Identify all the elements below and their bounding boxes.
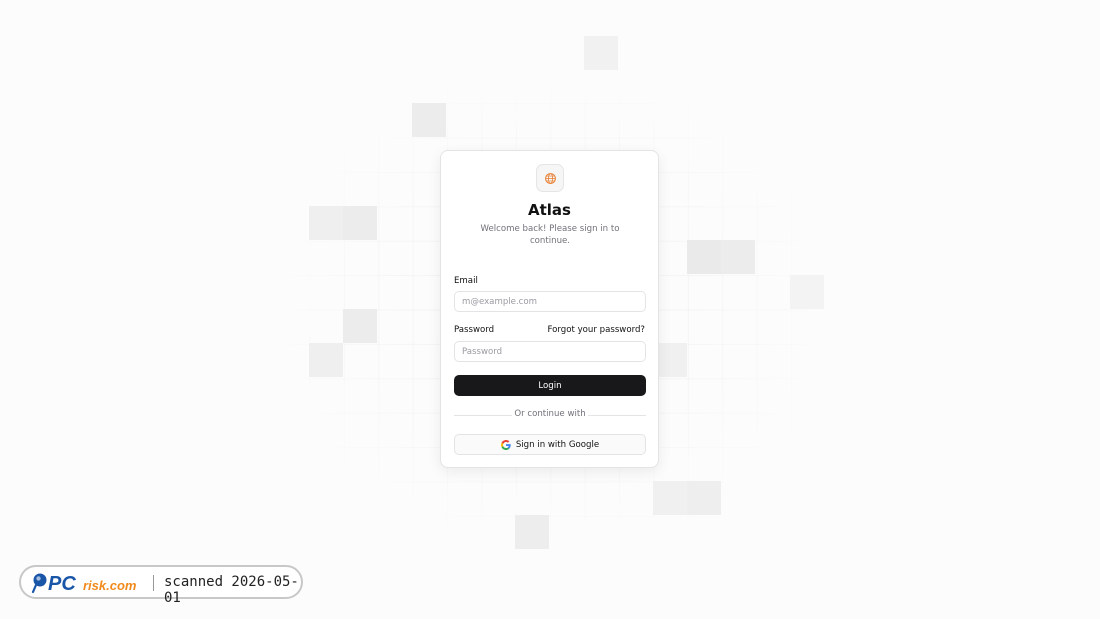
globe-icon — [544, 172, 556, 184]
bg-tile — [515, 515, 549, 549]
google-signin-label: Sign in with Google — [515, 439, 600, 450]
divider: Or continue with — [454, 409, 646, 421]
logo-brand-pc: PC — [48, 573, 76, 595]
google-signin-button[interactable]: Sign in with Google — [454, 434, 646, 455]
bg-tile — [412, 103, 446, 137]
bg-tile — [343, 206, 377, 240]
bg-tile — [309, 206, 343, 240]
watermark-separator — [153, 575, 154, 591]
email-field[interactable] — [454, 291, 646, 312]
bg-tile — [584, 36, 618, 70]
login-card: Atlas Welcome back! Please sign in to co… — [440, 150, 659, 468]
password-label: Password — [454, 325, 495, 335]
bg-tile — [653, 481, 687, 515]
login-button[interactable]: Login — [454, 375, 646, 396]
logo-brand-risk: risk.com — [83, 578, 137, 593]
scan-watermark: PC risk.com scanned 2026-05-01 — [19, 565, 303, 606]
scan-date-text: scanned 2026-05-01 — [164, 574, 299, 606]
app-title: Atlas — [528, 201, 571, 219]
app-logo — [536, 164, 564, 192]
google-icon — [500, 439, 511, 450]
bg-tile — [687, 240, 721, 274]
bg-tile — [790, 275, 824, 309]
bg-tile — [721, 240, 755, 274]
bg-tile — [687, 481, 721, 515]
welcome-subtitle: Welcome back! Please sign in to continue… — [480, 224, 620, 246]
pcrisk-logo: PC risk.com — [31, 573, 137, 595]
email-label: Email — [454, 276, 478, 286]
bg-tile — [343, 309, 377, 343]
forgot-password-link[interactable]: Forgot your password? — [547, 325, 645, 335]
divider-text: Or continue with — [514, 409, 586, 419]
bg-tile — [309, 343, 343, 377]
password-field[interactable] — [454, 341, 646, 362]
